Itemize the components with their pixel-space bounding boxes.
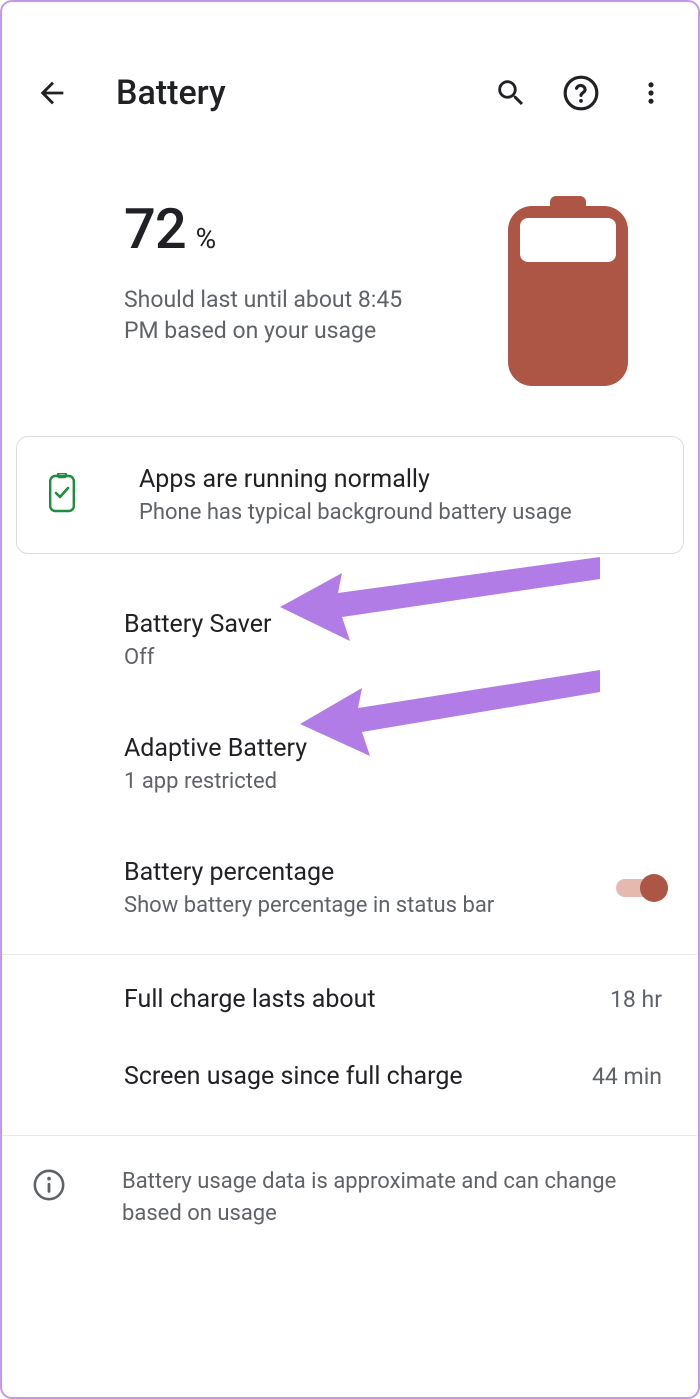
- adaptive-battery-item[interactable]: Adaptive Battery 1 app restricted: [2, 712, 698, 816]
- status-card[interactable]: Apps are running normally Phone has typi…: [16, 436, 684, 554]
- battery-summary: 72 % Should last until about 8:45 PM bas…: [2, 116, 698, 436]
- battery-saver-subtitle: Off: [124, 645, 668, 670]
- status-card-subtitle: Phone has typical background battery usa…: [139, 500, 572, 525]
- adaptive-battery-title: Adaptive Battery: [124, 734, 668, 763]
- battery-saver-item[interactable]: Battery Saver Off: [2, 588, 698, 692]
- percent-symbol: %: [196, 222, 217, 255]
- info-icon: [32, 1168, 66, 1202]
- overflow-button[interactable]: [628, 70, 674, 116]
- arrow-back-icon: [35, 76, 69, 110]
- screen-usage-label: Screen usage since full charge: [124, 1062, 592, 1091]
- screen-usage-stat[interactable]: Screen usage since full charge 44 min: [2, 1044, 698, 1121]
- more-vert-icon: [637, 79, 665, 107]
- battery-percentage-item[interactable]: Battery percentage Show battery percenta…: [2, 836, 698, 940]
- page-title: Battery: [116, 73, 464, 113]
- battery-saver-title: Battery Saver: [124, 610, 668, 639]
- full-charge-label: Full charge lasts about: [124, 985, 610, 1014]
- app-bar: Battery: [2, 2, 698, 116]
- battery-percentage-subtitle: Show battery percentage in status bar: [124, 893, 668, 918]
- status-card-title: Apps are running normally: [139, 465, 572, 494]
- battery-percentage-title: Battery percentage: [124, 858, 668, 887]
- footer-note-text: Battery usage data is approximate and ca…: [122, 1166, 662, 1230]
- battery-estimate: Should last until about 8:45 PM based on…: [124, 284, 424, 346]
- help-icon: [562, 74, 600, 112]
- battery-icon: [508, 196, 628, 386]
- help-button[interactable]: [558, 70, 604, 116]
- search-button[interactable]: [488, 70, 534, 116]
- battery-percent: 72: [124, 196, 186, 262]
- full-charge-value: 18 hr: [610, 986, 662, 1013]
- footer-note: Battery usage data is approximate and ca…: [2, 1136, 698, 1260]
- battery-percentage-toggle[interactable]: [616, 874, 668, 902]
- full-charge-stat[interactable]: Full charge lasts about 18 hr: [2, 955, 698, 1044]
- battery-summary-text: 72 % Should last until about 8:45 PM bas…: [124, 196, 508, 346]
- screen-usage-value: 44 min: [592, 1063, 662, 1090]
- adaptive-battery-subtitle: 1 app restricted: [124, 769, 668, 794]
- battery-ok-icon: [49, 473, 77, 517]
- search-icon: [494, 76, 528, 110]
- back-button[interactable]: [32, 73, 72, 113]
